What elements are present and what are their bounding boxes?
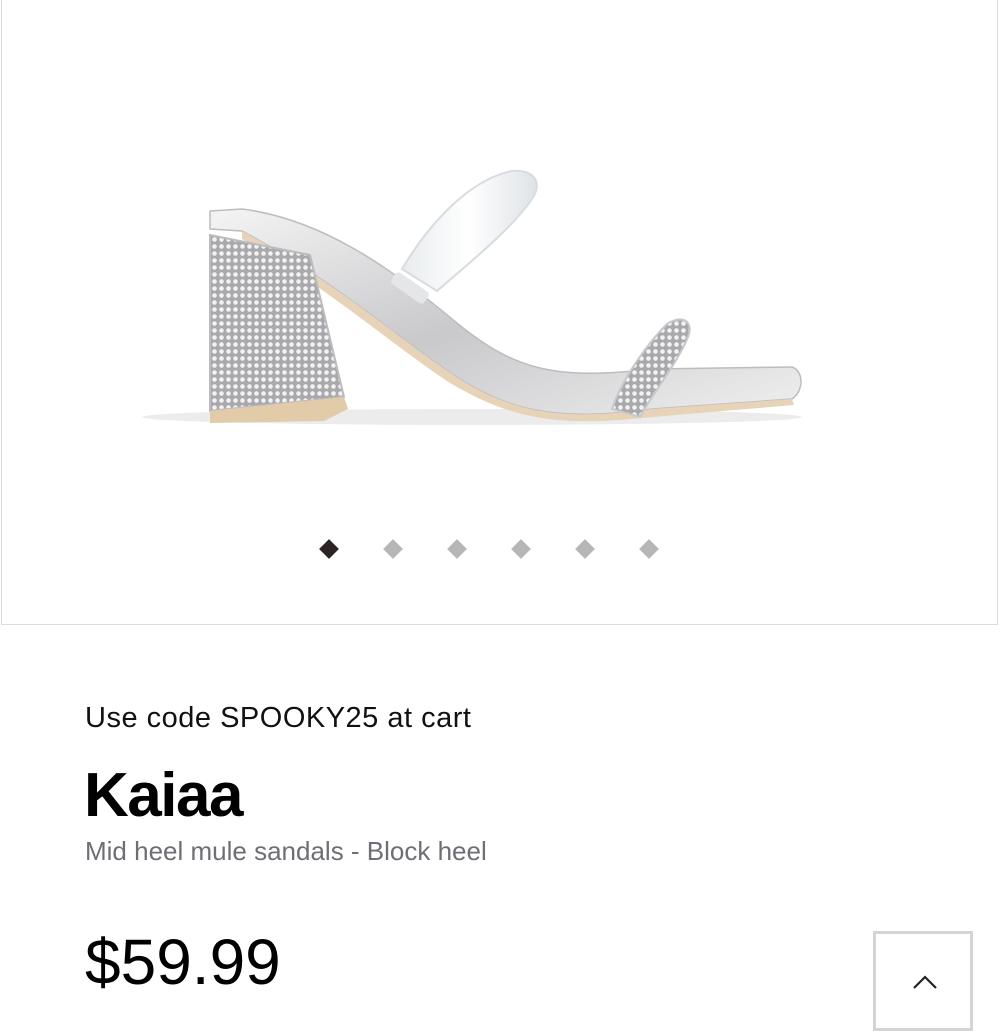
carousel-dot-5[interactable]	[575, 539, 595, 559]
product-price: $59.99	[85, 926, 281, 998]
carousel-dot-3[interactable]	[447, 539, 467, 559]
promo-code-text: Use code SPOOKY25 at cart	[85, 702, 472, 734]
chevron-up-icon	[913, 975, 937, 989]
product-name: Kaiaa	[84, 761, 243, 830]
sandal-product-image	[142, 169, 802, 425]
carousel-dot-1[interactable]	[319, 539, 339, 559]
product-description: Mid heel mule sandals - Block heel	[85, 836, 487, 866]
carousel-dots	[2, 539, 997, 559]
product-image-gallery[interactable]	[1, 0, 998, 625]
carousel-dot-6[interactable]	[639, 539, 659, 559]
carousel-dot-2[interactable]	[383, 539, 403, 559]
scroll-to-top-button[interactable]	[873, 931, 973, 1031]
carousel-dot-4[interactable]	[511, 539, 531, 559]
